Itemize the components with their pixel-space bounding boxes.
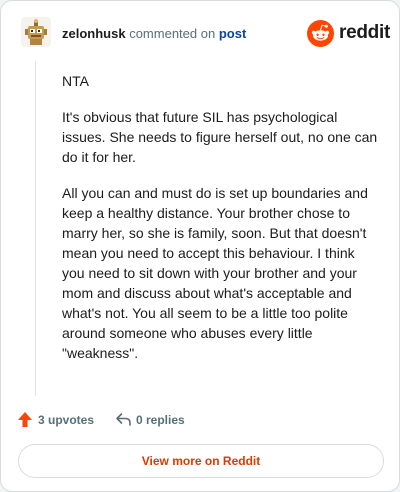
username-link[interactable]: zelonhusk xyxy=(62,26,126,41)
comment-paragraph: It's obvious that future SIL has psychol… xyxy=(62,109,378,165)
comment-header: zelonhusk commented on post reddit xyxy=(21,17,390,51)
upvote-count: 3 upvotes xyxy=(38,413,95,427)
upvote-button[interactable]: 3 upvotes xyxy=(17,410,107,430)
reddit-snoo-icon xyxy=(307,20,334,47)
post-link[interactable]: post xyxy=(219,26,246,41)
comment-actions: 3 upvotes 0 replies xyxy=(17,410,377,430)
comment-body: NTA It's obvious that future SIL has psy… xyxy=(62,71,380,379)
reply-arrow-icon xyxy=(116,413,131,426)
view-more-button[interactable]: View more on Reddit xyxy=(18,444,384,478)
thread-line xyxy=(35,61,36,396)
comment-paragraph: NTA xyxy=(62,73,89,89)
reply-count: 0 replies xyxy=(136,413,185,427)
reddit-wordmark: reddit xyxy=(339,22,390,43)
reddit-logo[interactable]: reddit xyxy=(307,20,390,48)
upvote-arrow-icon xyxy=(18,412,32,427)
reply-button[interactable]: 0 replies xyxy=(115,410,215,430)
comment-meta: zelonhusk commented on post xyxy=(62,26,246,42)
user-avatar[interactable] xyxy=(21,17,51,47)
embedded-comment-card: zelonhusk commented on post reddit NTA I… xyxy=(0,0,400,492)
commented-on-text: commented on xyxy=(129,26,216,41)
comment-paragraph: All you can and must do is set up bounda… xyxy=(62,185,368,361)
